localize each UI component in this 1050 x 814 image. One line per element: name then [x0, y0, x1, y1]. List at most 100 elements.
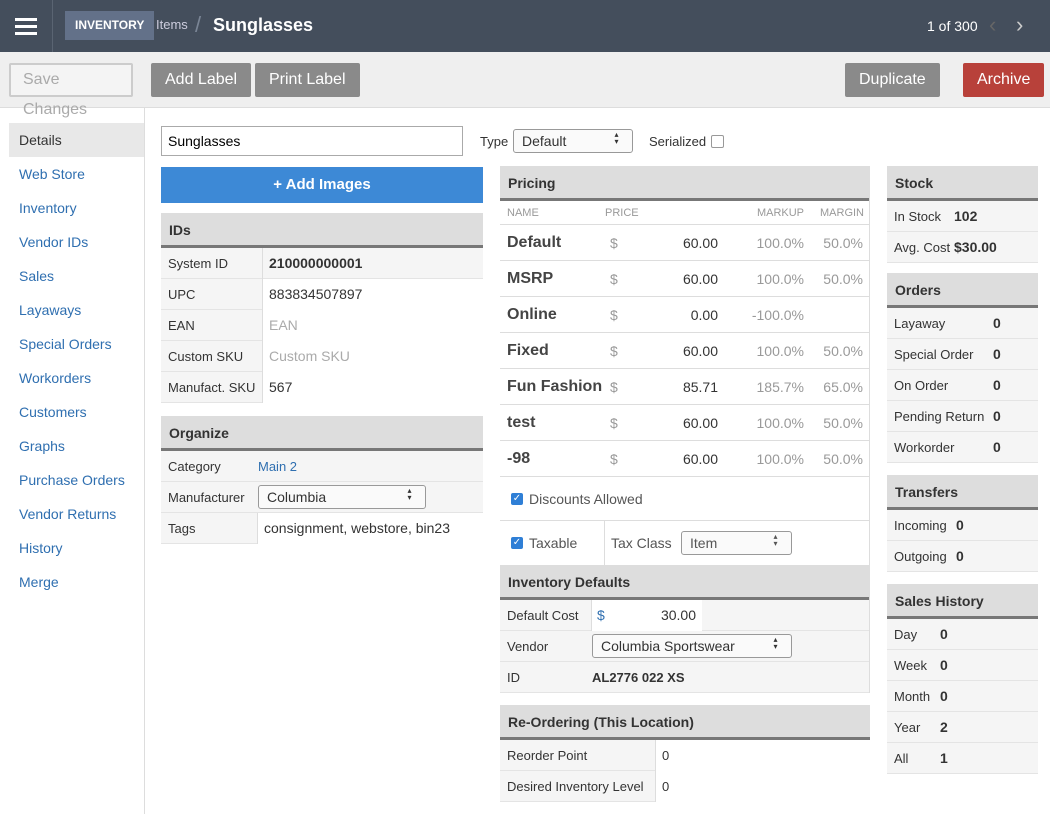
markup-value: 100.0% [756, 414, 804, 431]
stat-row: Special Order 0 [887, 339, 1038, 370]
price-input[interactable]: 60.00 [630, 271, 718, 287]
sidebar-item-vendor-returns[interactable]: Vendor Returns [9, 497, 144, 531]
duplicate-button[interactable]: Duplicate [845, 63, 940, 97]
stat-value: $30.00 [954, 239, 997, 255]
price-row: Fun Fashion $85.71 185.7% 65.0% [500, 369, 869, 405]
stat-label: Year [894, 719, 921, 735]
sidebar-item-special-orders[interactable]: Special Orders [9, 327, 144, 361]
col-markup: MARKUP [756, 206, 804, 219]
id-label: Custom SKU [161, 340, 263, 372]
sidebar-item-layaways[interactable]: Layaways [9, 293, 144, 327]
sidebar-item-workorders[interactable]: Workorders [9, 361, 144, 395]
currency-symbol: $ [610, 270, 618, 287]
manufacturer-select[interactable]: Columbia [258, 485, 426, 509]
sidebar-item-graphs[interactable]: Graphs [9, 429, 144, 463]
markup-value: 185.7% [756, 378, 804, 395]
default-cost-input[interactable]: $30.00 [592, 599, 702, 631]
price-row: MSRP $60.00 100.0% 50.0% [500, 261, 869, 297]
id-value[interactable]: 567 [263, 371, 483, 403]
sidebar-item-sales[interactable]: Sales [9, 259, 144, 293]
vendor-select[interactable]: Columbia Sportswear [592, 634, 792, 658]
reorder-header: Re-Ordering (This Location) [500, 705, 870, 740]
sidebar-item-inventory[interactable]: Inventory [9, 191, 144, 225]
stat-value: 0 [993, 377, 1001, 393]
currency-symbol: $ [610, 414, 618, 431]
sidebar-item-merge[interactable]: Merge [9, 565, 144, 599]
tax-class-select[interactable]: Item [681, 531, 792, 555]
chevron-right-icon[interactable]: › [1016, 12, 1023, 38]
price-input[interactable]: 85.71 [630, 379, 718, 395]
stat-label: All [894, 750, 909, 766]
type-select[interactable]: Default [513, 129, 633, 153]
add-label-button[interactable]: Add Label [151, 63, 252, 97]
serialized-checkbox[interactable] [711, 135, 724, 148]
desired-level-input[interactable]: 0 [656, 770, 870, 802]
col-margin: MARGIN [820, 206, 864, 219]
tags-input[interactable]: consignment, webstore, bin23 [258, 512, 483, 544]
taxable-checkbox[interactable]: ✓ [511, 537, 523, 549]
id-value[interactable]: 883834507897 [263, 278, 483, 310]
col-price: PRICE [605, 206, 639, 219]
price-input[interactable]: 60.00 [630, 235, 718, 251]
stat-row: Day 0 [887, 619, 1038, 650]
id-value[interactable]: Custom SKU [263, 340, 483, 372]
stat-value: 0 [940, 626, 948, 642]
id-label: System ID [161, 247, 263, 279]
stat-row: Pending Return 0 [887, 401, 1038, 432]
stat-label: Month [894, 688, 931, 704]
sidebar-item-history[interactable]: History [9, 531, 144, 565]
currency-symbol: $ [610, 378, 618, 395]
margin-value: 50.0% [823, 234, 863, 251]
id-value[interactable]: EAN [263, 309, 483, 341]
type-label: Type [480, 134, 509, 149]
stat-value: 0 [940, 688, 948, 704]
breadcrumb-separator: / [195, 12, 202, 37]
stat-value: 0 [993, 346, 1001, 362]
id-row: System ID 210000000001 [161, 247, 483, 279]
sidebar-item-purchase-orders[interactable]: Purchase Orders [9, 463, 144, 497]
sidebar-item-customers[interactable]: Customers [9, 395, 144, 429]
price-name: MSRP [507, 269, 554, 287]
manufacturer-label: Manufacturer [168, 489, 245, 505]
add-images-button[interactable]: + Add Images [161, 167, 483, 203]
print-label-button[interactable]: Print Label [255, 63, 360, 97]
price-name: -98 [507, 449, 531, 467]
stat-value: 102 [954, 208, 978, 224]
stat-row: In Stock 102 [887, 201, 1038, 232]
id-value: 210000000001 [269, 254, 363, 271]
id-row: Manufact. SKU 567 [161, 371, 483, 403]
ids-panel: IDs System ID 210000000001 UPC 883834507897… [161, 213, 483, 403]
organize-header: Organize [161, 416, 483, 451]
currency-symbol: $ [610, 306, 618, 323]
desired-level-label: Desired Inventory Level [500, 770, 656, 802]
margin-value: 50.0% [823, 450, 863, 467]
stat-value: 0 [956, 548, 964, 564]
archive-button[interactable]: Archive [963, 63, 1045, 97]
markup-value: 100.0% [756, 234, 804, 251]
price-input[interactable]: 0.00 [630, 307, 718, 323]
discounts-checkbox[interactable]: ✓ [511, 492, 523, 505]
price-input[interactable]: 60.00 [630, 415, 718, 431]
tags-label: Tags [161, 512, 258, 544]
sidebar-item-web-store[interactable]: Web Store [9, 157, 144, 191]
transfers-header: Transfers [887, 475, 1038, 510]
breadcrumb-items[interactable]: Items [156, 17, 188, 32]
sidebar-item-vendor-ids[interactable]: Vendor IDs [9, 225, 144, 259]
stat-row: Layaway 0 [887, 308, 1038, 339]
sidebar-item-details[interactable]: Details [9, 123, 144, 157]
price-input[interactable]: 60.00 [630, 343, 718, 359]
price-input[interactable]: 60.00 [630, 451, 718, 467]
breadcrumb-inventory[interactable]: INVENTORY [65, 11, 155, 40]
default-cost-value: 30.00 [660, 606, 696, 623]
markup-value: 100.0% [756, 342, 804, 359]
item-name-input[interactable] [161, 126, 463, 156]
stat-row: Month 0 [887, 681, 1038, 712]
chevron-left-icon[interactable]: ‹ [989, 12, 996, 38]
reorder-point-input[interactable]: 0 [656, 739, 870, 771]
save-changes-button[interactable]: Save Changes [9, 63, 133, 118]
currency-symbol: $ [610, 450, 618, 467]
category-link[interactable]: Main 2 [258, 459, 297, 474]
stat-label: Incoming [894, 517, 947, 533]
hamburger-menu-icon[interactable] [0, 0, 53, 52]
col-name: NAME [507, 206, 539, 219]
